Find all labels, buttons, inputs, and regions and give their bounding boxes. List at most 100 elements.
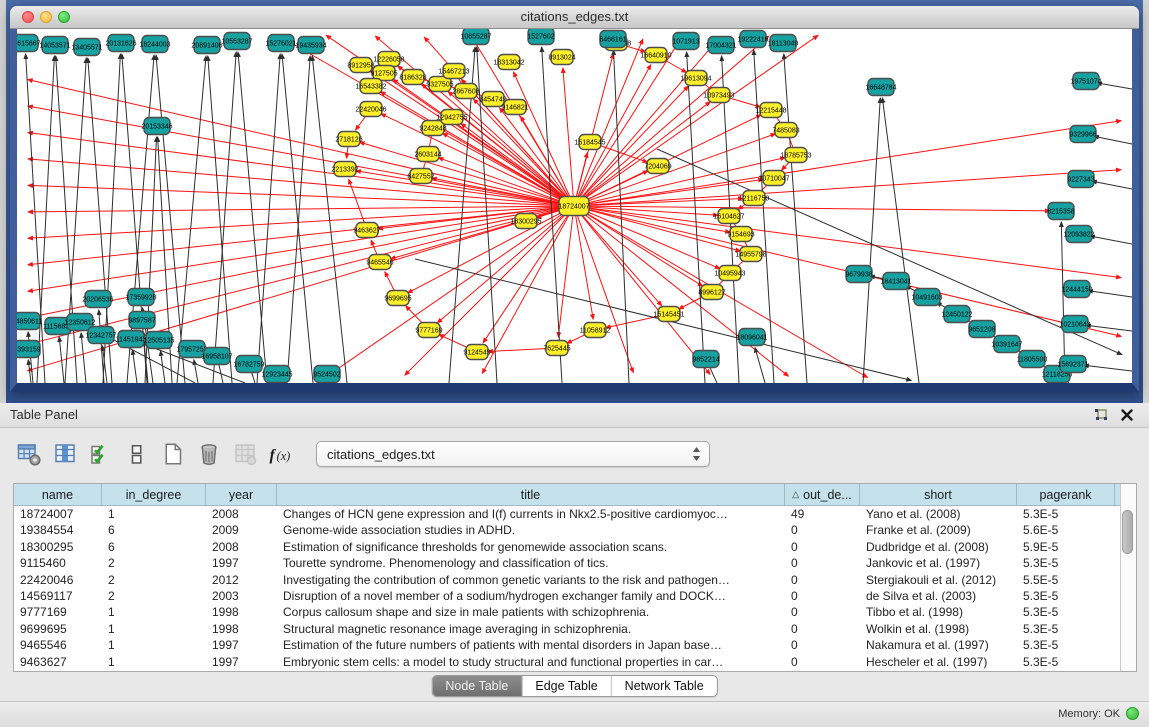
citation-edge-red[interactable] bbox=[574, 206, 710, 374]
column-header-pagerank[interactable]: pagerank bbox=[1017, 484, 1115, 505]
row-selection-icon[interactable] bbox=[86, 440, 116, 468]
selected-node[interactable]: 18313042 bbox=[493, 55, 524, 70]
citation-edge-black[interactable] bbox=[882, 98, 919, 383]
selected-node[interactable]: 9154693 bbox=[727, 227, 754, 242]
node[interactable]: 20206536 bbox=[82, 291, 113, 308]
selected-node[interactable]: 7204069 bbox=[644, 159, 671, 174]
zoom-button[interactable] bbox=[58, 11, 70, 23]
citation-edge-black[interactable] bbox=[755, 348, 765, 383]
citation-edge-black[interactable] bbox=[133, 350, 138, 383]
citation-edge-black[interactable] bbox=[687, 52, 705, 383]
selected-node[interactable]: 12942755 bbox=[436, 110, 467, 125]
selected-node[interactable]: 2867608 bbox=[452, 84, 479, 99]
selected-node[interactable]: 8186328 bbox=[399, 70, 426, 85]
selected-node[interactable]: 9124549 bbox=[463, 345, 490, 360]
citation-edge-red[interactable] bbox=[574, 206, 730, 232]
float-window-icon[interactable] bbox=[1093, 407, 1109, 423]
selected-node[interactable]: 18300295 bbox=[510, 214, 541, 229]
selected-node[interactable]: 9777169 bbox=[415, 323, 442, 338]
column-chooser-icon[interactable] bbox=[50, 440, 80, 468]
node[interactable]: 19435934 bbox=[295, 37, 326, 54]
node[interactable]: 19751074 bbox=[1070, 73, 1101, 90]
node[interactable]: 20153346 bbox=[141, 118, 172, 135]
network-canvas[interactable]: 1872400712226058891295891275051654338281… bbox=[10, 29, 1139, 392]
citation-edge-black[interactable] bbox=[1086, 325, 1132, 331]
citation-edge-red[interactable] bbox=[574, 206, 662, 306]
selected-node[interactable]: 7625445 bbox=[543, 341, 570, 356]
column-header-in_degree[interactable]: in_degree bbox=[102, 484, 206, 505]
tab-node-table[interactable]: Node Table bbox=[432, 676, 522, 696]
table-row[interactable]: 911546021997Tourette syndrome. Phenomeno… bbox=[14, 555, 1120, 571]
node[interactable]: 9679938 bbox=[845, 266, 872, 283]
column-header-out_de[interactable]: △out_de... bbox=[785, 484, 860, 505]
node[interactable]: 19222416 bbox=[737, 31, 768, 48]
rows-icon[interactable] bbox=[122, 440, 152, 468]
citation-edge-red[interactable] bbox=[574, 206, 703, 286]
selected-node[interactable]: 10973493 bbox=[703, 88, 734, 103]
node[interactable]: 9852214 bbox=[692, 351, 719, 368]
minimize-button[interactable] bbox=[40, 11, 52, 23]
citation-edge-black[interactable] bbox=[863, 98, 880, 383]
node[interactable]: 19615667 bbox=[17, 35, 41, 52]
node[interactable]: 12923445 bbox=[261, 366, 292, 383]
node[interactable]: 20891406 bbox=[191, 37, 222, 54]
node[interactable]: 14850611 bbox=[17, 313, 42, 330]
selected-node[interactable]: 9699695 bbox=[384, 291, 411, 306]
selected-node[interactable]: 19613094 bbox=[680, 71, 711, 86]
selected-node[interactable]: 9146821 bbox=[501, 100, 528, 115]
node[interactable]: 18244003 bbox=[139, 36, 170, 53]
node[interactable]: 18096041 bbox=[736, 329, 767, 346]
selected-node[interactable]: 22420046 bbox=[355, 102, 386, 117]
table-row[interactable]: 2242004622012Investigating the contribut… bbox=[14, 572, 1120, 588]
new-document-icon[interactable] bbox=[158, 440, 188, 468]
node[interactable]: 15276021 bbox=[265, 35, 296, 52]
citation-edge-black[interactable] bbox=[784, 54, 807, 383]
tab-network-table[interactable]: Network Table bbox=[612, 676, 717, 696]
column-header-title[interactable]: title bbox=[277, 484, 785, 505]
selected-node[interactable]: 10710047 bbox=[758, 171, 789, 186]
selected-node[interactable]: 18785753 bbox=[780, 148, 811, 163]
citation-edge-black[interactable] bbox=[81, 333, 86, 383]
selected-node[interactable]: 7485083 bbox=[772, 123, 799, 138]
citation-edge-black[interactable] bbox=[208, 56, 232, 383]
delete-icon[interactable] bbox=[194, 440, 224, 468]
node[interactable]: 9651208 bbox=[968, 321, 995, 338]
citation-edge-black[interactable] bbox=[1097, 83, 1132, 89]
citation-edge-black[interactable] bbox=[99, 310, 104, 383]
node[interactable]: 12444150 bbox=[1061, 281, 1092, 298]
node[interactable]: 9329966 bbox=[1069, 126, 1096, 143]
selected-node[interactable]: 15467213 bbox=[438, 64, 469, 79]
node[interactable]: 18113049 bbox=[768, 35, 799, 52]
table-row[interactable]: 1456911722003Disruption of a novel membe… bbox=[14, 588, 1120, 604]
close-icon[interactable] bbox=[1119, 407, 1135, 423]
node[interactable]: 10391647 bbox=[991, 336, 1022, 353]
table-row[interactable]: 1938455462009Genome-wide association stu… bbox=[14, 522, 1120, 538]
node[interactable]: 9227343 bbox=[1067, 171, 1094, 188]
citation-edge-black[interactable] bbox=[238, 52, 267, 383]
node[interactable]: 16648784 bbox=[865, 79, 896, 96]
citation-edge-red[interactable] bbox=[461, 124, 574, 207]
selected-node[interactable]: 11058912 bbox=[580, 323, 611, 338]
citation-edge-black[interactable] bbox=[1094, 136, 1132, 144]
column-header-short[interactable]: short bbox=[860, 484, 1017, 505]
table-settings-icon[interactable] bbox=[14, 440, 44, 468]
hub-node[interactable]: 18724007 bbox=[558, 197, 589, 216]
memory-ok-icon[interactable] bbox=[1126, 707, 1139, 720]
citation-edge-black[interactable] bbox=[28, 360, 31, 383]
node[interactable]: 18413041 bbox=[880, 273, 911, 290]
citation-edge-red[interactable] bbox=[28, 206, 574, 344]
citation-edge-red[interactable] bbox=[574, 170, 1121, 206]
citation-edge-black[interactable] bbox=[1084, 365, 1132, 371]
node[interactable]: 1527602 bbox=[527, 29, 554, 45]
citation-edge-black[interactable] bbox=[1088, 291, 1132, 297]
selected-node[interactable]: 8913024 bbox=[548, 50, 575, 65]
selected-node[interactable]: 8427552 bbox=[407, 169, 434, 184]
citation-edge-red[interactable] bbox=[574, 39, 643, 206]
selected-node[interactable]: 12215448 bbox=[755, 103, 786, 118]
node[interactable]: 13405571 bbox=[71, 39, 102, 56]
citation-edge-black[interactable] bbox=[1090, 236, 1132, 244]
selected-node[interactable]: 16104627 bbox=[713, 209, 744, 224]
node[interactable]: 10553287 bbox=[221, 33, 252, 50]
table-row[interactable]: 1830029562008Estimation of significance … bbox=[14, 539, 1120, 555]
citation-edge-red[interactable] bbox=[438, 158, 574, 206]
